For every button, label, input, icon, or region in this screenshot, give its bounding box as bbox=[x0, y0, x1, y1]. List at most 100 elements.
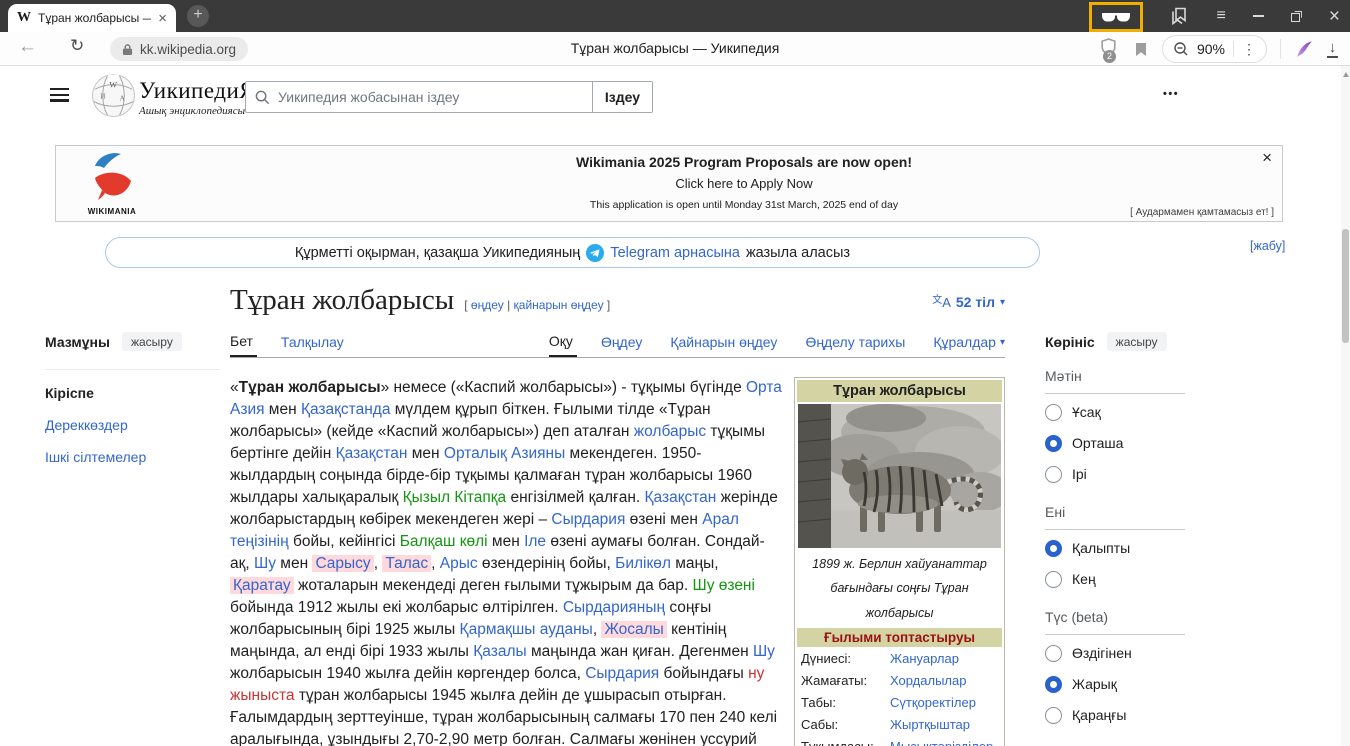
search-button[interactable]: Іздеу bbox=[592, 82, 652, 112]
radio-label: Ірі bbox=[1072, 466, 1087, 482]
article-tab[interactable]: Өңдеу bbox=[601, 333, 646, 357]
inline-link[interactable]: Билікөл bbox=[615, 555, 671, 572]
taxonomy-rank: Табы: bbox=[801, 695, 890, 710]
text-run: » немесе («Каспий жолбарысы») - тұқымы б… bbox=[381, 379, 746, 396]
banner-apply-link[interactable]: Click here to Apply Now bbox=[206, 176, 1282, 191]
taxonomy-rank: Тұқымдасы: bbox=[801, 739, 890, 746]
inline-link[interactable]: Шу өзені bbox=[693, 577, 755, 594]
notice-close-link[interactable]: [жабу] bbox=[1250, 239, 1285, 253]
browser-menu-button[interactable]: ≡ bbox=[1217, 7, 1226, 25]
scrollbar-up-arrow[interactable] bbox=[1343, 72, 1349, 77]
inline-link[interactable]: Сырдария bbox=[585, 665, 659, 682]
inline-link[interactable]: Іле bbox=[524, 533, 546, 550]
language-selector[interactable]: 文A 52 тіл ▾ bbox=[932, 294, 1005, 310]
wiki-menu-icon[interactable] bbox=[50, 88, 69, 102]
inline-link[interactable]: Қаратау bbox=[230, 577, 294, 594]
notice-prefix: Құрметті оқырман, қазақша Уикипедияның bbox=[295, 245, 580, 261]
text-run: тұран жолбарысы 1945 жылға дейін де ұшыр… bbox=[230, 687, 777, 746]
inline-link[interactable]: Қармақшы ауданы bbox=[460, 621, 593, 638]
inline-link[interactable]: Қазақстан bbox=[645, 489, 717, 506]
browser-window: W Тұран жолбарысы — У × + ≡ bbox=[0, 0, 1350, 746]
taxonomy-value-link[interactable]: Жыртқыштар bbox=[890, 717, 970, 732]
radio-option[interactable]: Ұсақ bbox=[1045, 399, 1185, 425]
bookmark-icon[interactable] bbox=[1133, 41, 1149, 58]
search-input[interactable] bbox=[278, 89, 583, 105]
tab-title: Тұран жолбарысы — У bbox=[38, 11, 151, 25]
inline-link[interactable]: Сарысу bbox=[312, 555, 373, 572]
toc-item-label: Ішкі сілтемелер bbox=[45, 449, 146, 465]
inline-link[interactable]: өңдеу bbox=[471, 298, 504, 312]
article-tab[interactable]: Оқу bbox=[549, 333, 577, 357]
taxonomy-value-link[interactable]: Хордалылар bbox=[890, 673, 966, 688]
inline-link[interactable]: Сырдария bbox=[551, 511, 625, 528]
text-run: ] bbox=[604, 298, 611, 312]
inline-link[interactable]: Талас bbox=[382, 555, 431, 572]
inline-link[interactable]: Қазақстан bbox=[336, 445, 408, 462]
text-run: маңында жан қиған. Дегенмен bbox=[527, 643, 753, 660]
quill-pen-icon[interactable] bbox=[1294, 39, 1314, 59]
article-tab[interactable]: Өңделу тарихы bbox=[805, 333, 909, 357]
inline-link[interactable]: Сырдарияның bbox=[563, 599, 665, 616]
inline-link[interactable]: Жосалы bbox=[601, 621, 666, 638]
text-run: өзені мен bbox=[625, 511, 702, 528]
inline-link[interactable]: Қызыл Кітапқа bbox=[403, 489, 507, 506]
appearance-hide-button[interactable]: жасыру bbox=[1107, 332, 1167, 351]
article-tab[interactable]: Бет bbox=[230, 333, 257, 357]
minimize-button[interactable] bbox=[1253, 15, 1264, 17]
radio-option[interactable]: Өздігінен bbox=[1045, 640, 1185, 666]
collections-button[interactable] bbox=[1170, 7, 1190, 25]
downloads-button[interactable]: ↓ bbox=[1327, 40, 1338, 58]
inline-link[interactable]: Қазақстанда bbox=[301, 401, 391, 418]
browser-tab[interactable]: W Тұран жолбарысы — У × bbox=[8, 4, 176, 32]
telegram-channel-link[interactable]: Telegram арнасына bbox=[610, 245, 740, 261]
tab-label: Бет bbox=[230, 333, 253, 349]
inline-link[interactable]: Арыс bbox=[440, 555, 478, 572]
appearance-group-heading: Ені bbox=[1045, 504, 1185, 530]
text-run: өзендерінің бойы, bbox=[478, 555, 616, 572]
taxonomy-value-link[interactable]: Сүтқоректілер bbox=[890, 695, 976, 710]
toc-item[interactable]: Кіріспе bbox=[45, 382, 220, 404]
inline-link[interactable]: жолбарыс bbox=[634, 423, 706, 440]
inline-link[interactable]: Шу bbox=[254, 555, 276, 572]
tab-label: Өңделу тарихы bbox=[805, 334, 905, 350]
inline-link[interactable]: Шу bbox=[753, 643, 775, 660]
wikipedia-wordmark[interactable]: УикипедиЯ Ашық энциклопедиясы bbox=[139, 78, 255, 117]
article-tab[interactable]: Қайнарын өңдеу bbox=[670, 333, 781, 357]
toc-item[interactable]: Ішкі сілтемелер bbox=[45, 446, 220, 468]
tab-close-icon[interactable]: × bbox=[158, 11, 167, 26]
page-scrollbar[interactable] bbox=[1341, 66, 1350, 746]
inline-link[interactable]: Балқаш көлі bbox=[400, 533, 488, 550]
zoom-control[interactable]: 90% ⋮ bbox=[1162, 35, 1267, 63]
scrollbar-thumb[interactable] bbox=[1342, 229, 1349, 343]
text-run: бойындағы bbox=[659, 665, 748, 682]
taxonomy-value-link[interactable]: Жануарлар bbox=[890, 651, 959, 666]
restore-button[interactable] bbox=[1291, 11, 1302, 22]
banner-translate-link[interactable]: [ Аудармамен қамтамасыз ет! ] bbox=[1130, 207, 1274, 218]
inline-link[interactable]: қайнарын өңдеу bbox=[514, 298, 604, 312]
inline-link[interactable]: Орталық Азияны bbox=[444, 445, 565, 462]
toc-item[interactable]: Дереккөздер bbox=[45, 414, 220, 436]
radio-option[interactable]: Қараңғы bbox=[1045, 702, 1185, 728]
radio-option[interactable]: Орташа bbox=[1045, 430, 1185, 456]
article-tab[interactable]: Құралдар▾ bbox=[933, 333, 1005, 357]
taxonomy-value-link[interactable]: Мысықтәрізділер bbox=[890, 739, 993, 746]
glasses-icon bbox=[1101, 10, 1131, 24]
radio-option[interactable]: Қалыпты bbox=[1045, 535, 1185, 561]
toc-hide-button[interactable]: жасыру bbox=[122, 332, 182, 351]
wikipedia-logo[interactable]: W И A bbox=[91, 73, 136, 123]
inline-link[interactable]: Қазалы bbox=[473, 643, 526, 660]
radio-option[interactable]: Жарық bbox=[1045, 671, 1185, 697]
taxonomy-row: Жамағаты: Хордалылар bbox=[797, 669, 1002, 691]
caspian-tiger-photo[interactable] bbox=[798, 404, 1001, 548]
radio-option[interactable]: Ірі bbox=[1045, 461, 1185, 487]
new-tab-button[interactable]: + bbox=[187, 5, 209, 27]
window-close-button[interactable]: × bbox=[1329, 7, 1340, 26]
protect-button[interactable]: 2 bbox=[1100, 38, 1120, 60]
more-options-icon[interactable]: ⋮ bbox=[1242, 41, 1256, 58]
search-field[interactable] bbox=[246, 82, 592, 112]
header-more-icon[interactable]: ••• bbox=[1163, 88, 1179, 100]
radio-option[interactable]: Кең bbox=[1045, 566, 1185, 592]
article-tab[interactable]: Талқылау bbox=[281, 333, 348, 357]
radio-label: Ұсақ bbox=[1072, 404, 1101, 420]
incognito-glasses-highlight[interactable] bbox=[1089, 2, 1143, 32]
